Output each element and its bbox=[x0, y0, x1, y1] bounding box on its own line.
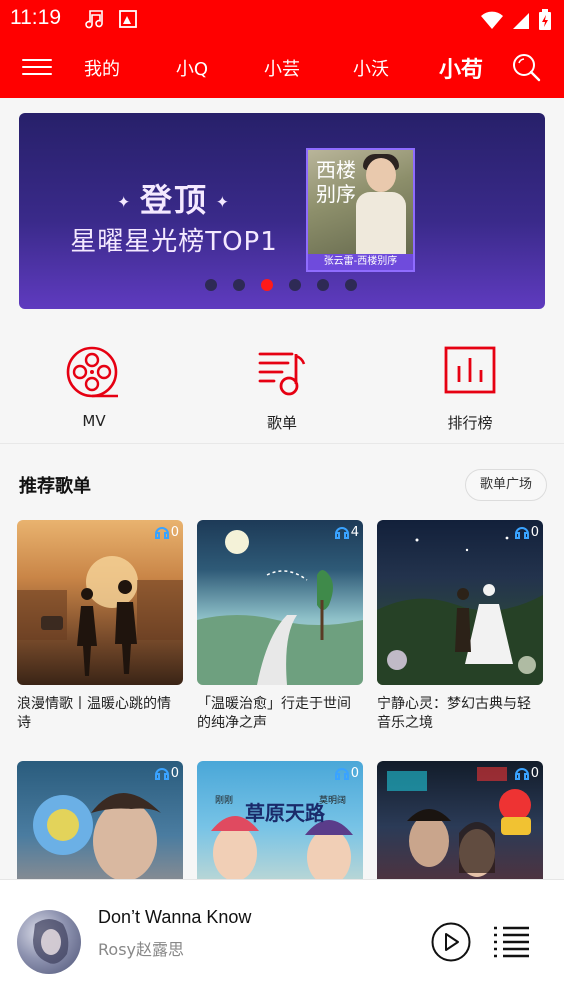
banner-title: ✦ 登顶 ✦ bbox=[117, 181, 231, 219]
headphone-icon bbox=[334, 768, 349, 780]
card-art-text-left: 刚刚 bbox=[215, 796, 234, 806]
headphone-icon bbox=[154, 768, 169, 780]
music-note-icon bbox=[85, 10, 103, 29]
play-button[interactable] bbox=[431, 922, 471, 962]
playlist-title: 浪漫情歌丨温暖心跳的情诗 bbox=[17, 696, 171, 731]
play-count: 0 bbox=[514, 524, 539, 540]
cover-caption: 张云雷-西楼别序 bbox=[308, 254, 413, 270]
tab-xiaowo[interactable]: 小沃 bbox=[341, 55, 401, 81]
chart-label: 排行榜 bbox=[447, 414, 493, 432]
card-art-text-mid: 草原天路 bbox=[245, 801, 325, 825]
signal-icon bbox=[513, 13, 529, 29]
recommended-playlists-title: 推荐歌单 bbox=[19, 476, 91, 497]
now-playing-artist: Rosy赵露思 bbox=[98, 940, 184, 959]
carousel-dots bbox=[205, 279, 357, 291]
play-count: 0 bbox=[514, 765, 539, 781]
quick-entries: MV 歌单 排行榜 bbox=[0, 320, 564, 444]
play-count: 4 bbox=[334, 524, 359, 540]
chart-entry[interactable]: 排行榜 bbox=[410, 344, 530, 433]
menu-icon[interactable] bbox=[22, 54, 52, 82]
playlist-title: 「温暖治愈」行走于世间的纯净之声 bbox=[197, 696, 351, 731]
banner-album-cover: 西楼别序 张云雷-西楼别序 bbox=[306, 148, 415, 272]
chart-bars-icon bbox=[444, 346, 496, 394]
mv-entry[interactable]: MV bbox=[34, 344, 154, 430]
play-count: 0 bbox=[154, 524, 179, 540]
tab-xiaogou[interactable]: 小苟 bbox=[431, 52, 491, 84]
play-count: 0 bbox=[154, 765, 179, 781]
playlist-queue-icon[interactable] bbox=[493, 925, 529, 959]
status-time: 11:19 bbox=[10, 6, 61, 29]
carousel-dot[interactable] bbox=[289, 279, 301, 291]
playlist-card[interactable]: 0 宁静心灵：梦幻古典与轻音乐之境 bbox=[377, 520, 543, 733]
search-icon[interactable] bbox=[511, 52, 541, 82]
headphone-icon bbox=[154, 527, 169, 539]
playlist-card[interactable]: 4 「温暖治愈」行走于世间的纯净之声 bbox=[197, 520, 363, 733]
promo-banner[interactable]: ✦ 登顶 ✦ 星曜星光榜TOP1 西楼别序 张云雷-西楼别序 bbox=[19, 113, 545, 309]
carousel-dot[interactable] bbox=[233, 279, 245, 291]
playlist-entry[interactable]: 歌单 bbox=[222, 344, 342, 433]
battery-icon bbox=[539, 9, 551, 30]
headphone-icon bbox=[514, 527, 529, 539]
carousel-dot[interactable] bbox=[317, 279, 329, 291]
playlist-square-button[interactable]: 歌单广场 bbox=[465, 469, 547, 501]
playlist-title: 宁静心灵：梦幻古典与轻音乐之境 bbox=[377, 696, 531, 731]
card-art-text-right: 莫明阔 bbox=[319, 796, 347, 806]
tab-xiaoyun[interactable]: 小芸 bbox=[252, 55, 312, 81]
top-nav: 我的 小Q 小芸 小沃 小苟 bbox=[0, 38, 564, 98]
image-notification-icon bbox=[119, 10, 137, 28]
playlist-label: 歌单 bbox=[266, 414, 297, 432]
carousel-dot[interactable] bbox=[345, 279, 357, 291]
play-count: 0 bbox=[334, 765, 359, 781]
playlist-cover: 0 bbox=[17, 520, 183, 685]
album-avatar[interactable] bbox=[17, 910, 81, 974]
headphone-icon bbox=[514, 768, 529, 780]
banner-subtitle: 星曜星光榜TOP1 bbox=[70, 227, 278, 257]
carousel-dot-active[interactable] bbox=[261, 279, 273, 291]
tab-mine[interactable]: 我的 bbox=[72, 55, 132, 81]
playlist-card[interactable]: 0 浪漫情歌丨温暖心跳的情诗 bbox=[17, 520, 183, 733]
headphone-icon bbox=[334, 527, 349, 539]
cover-calligraphy: 西楼别序 bbox=[316, 158, 356, 206]
now-playing-title: Don’t Wanna Know bbox=[98, 907, 252, 927]
playlist-note-icon bbox=[258, 352, 306, 396]
playlist-cover: 0 bbox=[377, 520, 543, 685]
wifi-icon bbox=[481, 11, 503, 29]
status-bar: 11:19 bbox=[0, 0, 564, 38]
mini-player[interactable]: Don’t Wanna Know Rosy赵露思 bbox=[0, 879, 564, 1004]
mv-label: MV bbox=[82, 412, 106, 430]
film-reel-icon bbox=[66, 346, 118, 398]
playlist-cover: 4 bbox=[197, 520, 363, 685]
tab-xiaoq[interactable]: 小Q bbox=[162, 55, 222, 81]
carousel-dot[interactable] bbox=[205, 279, 217, 291]
